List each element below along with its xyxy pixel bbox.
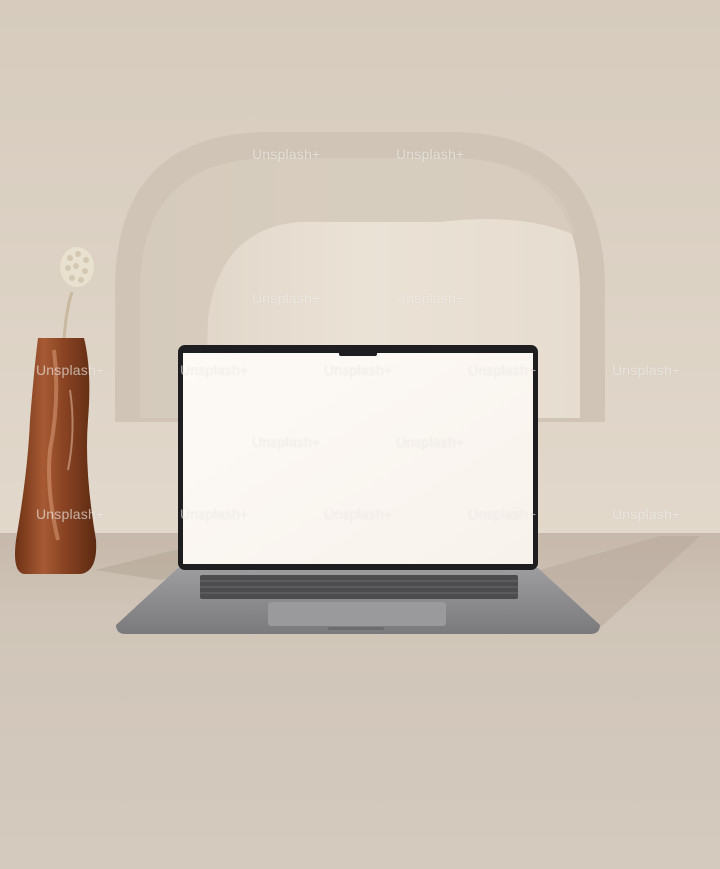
laptop-camera-notch	[339, 349, 377, 356]
laptop-screen	[183, 353, 533, 564]
scene-illustration	[0, 0, 720, 869]
laptop-trackpad	[268, 602, 446, 626]
laptop-hinge-notch	[328, 627, 384, 630]
product-mockup-scene: Unsplash+ Unsplash+ Unsplash+ Unsplash+ …	[0, 0, 720, 869]
